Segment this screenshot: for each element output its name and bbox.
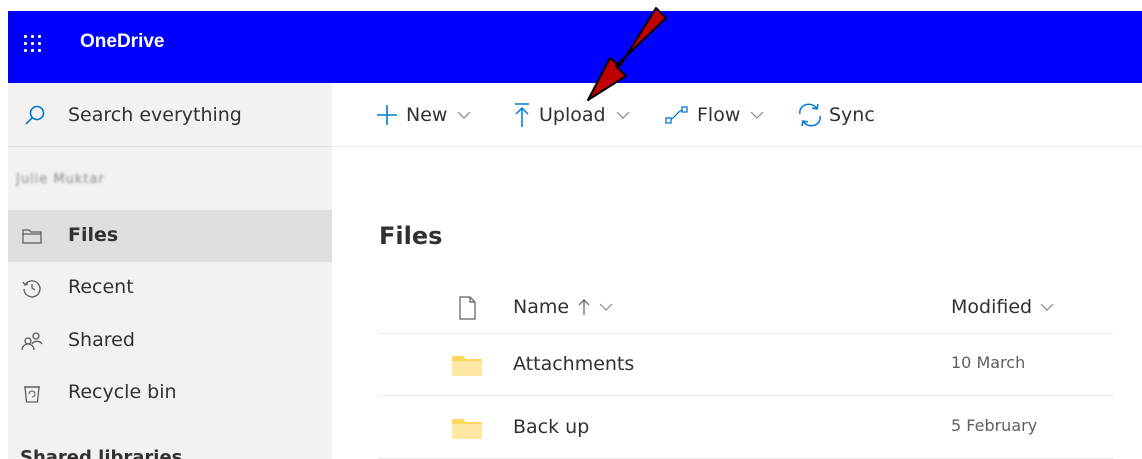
app-launcher-icon[interactable] [24,35,42,53]
sidebar-item-label: Recycle bin [68,381,177,403]
file-name[interactable]: Back up [513,416,589,438]
table-row[interactable]: Attachments 10 March [378,334,1114,396]
chevron-down-icon [1040,303,1054,311]
column-header-name[interactable]: Name [513,296,613,318]
upload-icon [515,103,529,127]
command-bar: New Upload Flow Sync [332,83,1142,147]
app-title[interactable]: OneDrive [80,31,164,53]
folder-icon [452,356,482,376]
sync-label: Sync [829,104,875,126]
flow-label: Flow [697,104,741,126]
sidebar-item-recent[interactable]: Recent [8,262,332,314]
sync-icon [799,103,821,127]
search-icon [25,105,45,125]
new-button[interactable]: New [376,101,471,129]
chevron-down-icon [599,303,613,311]
sidebar-item-shared[interactable]: Shared [8,315,332,367]
people-icon [21,332,43,351]
folder-icon [22,229,42,244]
sync-button[interactable]: Sync [797,101,875,129]
chevron-down-icon [458,111,471,119]
sidebar-item-label: Files [68,224,119,246]
annotation-arrow-icon [587,7,667,101]
chevron-down-icon [750,111,764,119]
search-placeholder: Search everything [68,104,242,126]
sidebar-item-recycle-bin[interactable]: Recycle bin [8,367,332,419]
sidebar-item-label: Shared [68,329,135,351]
plus-icon [377,105,397,125]
sort-ascending-icon [578,299,590,315]
sidebar: Search everything Julie Muktar Files Rec… [8,83,332,459]
shared-libraries-heading: Shared libraries [20,447,183,459]
modified-date: 5 February [951,416,1038,435]
search-box[interactable]: Search everything [8,83,332,147]
table-row[interactable]: Back up 5 February [378,397,1114,459]
column-name-label: Name [513,296,570,318]
sidebar-item-label: Recent [68,276,134,298]
user-name: Julie Muktar [16,172,105,187]
sidebar-item-files[interactable]: Files [8,210,332,262]
document-icon [459,296,476,320]
column-header-modified[interactable]: Modified [951,296,1054,318]
history-icon [22,280,41,298]
list-header: Name Modified [378,284,1114,334]
chevron-down-icon [616,111,630,119]
page-title: Files [379,222,443,250]
modified-date: 10 March [951,353,1026,372]
new-label: New [406,104,448,126]
file-name[interactable]: Attachments [513,353,634,375]
folder-icon [452,419,482,439]
recycle-bin-icon [24,386,40,403]
column-modified-label: Modified [951,296,1033,318]
